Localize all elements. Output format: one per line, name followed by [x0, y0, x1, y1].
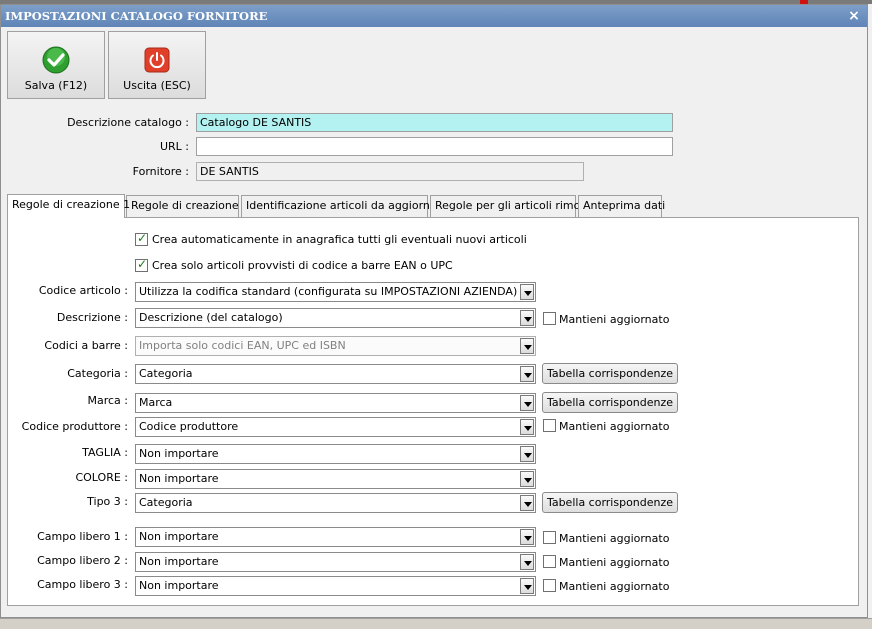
fornitore-field: DE SANTIS — [196, 162, 584, 181]
descrizione-catalogo-label: Descrizione catalogo : — [67, 116, 189, 129]
crea-solo-label: Crea solo articoli provvisti di codice a… — [152, 259, 453, 272]
url-label: URL : — [159, 140, 189, 153]
codice-articolo-select[interactable]: Utilizza la codifica standard (configura… — [135, 282, 536, 302]
tab-regole-articoli-rimossi[interactable]: Regole per gli articoli rimossi — [430, 195, 595, 217]
save-button[interactable]: Salva (F12) — [7, 31, 105, 99]
campo-libero-2-select[interactable]: Non importare — [135, 552, 536, 572]
codice-produttore-label: Codice produttore : — [21, 420, 128, 433]
codice-produttore-keep-checkbox[interactable] — [543, 419, 556, 432]
dropdown-arrow-icon[interactable] — [520, 554, 534, 570]
dropdown-arrow-icon[interactable] — [520, 419, 534, 435]
campo-libero-1-label: Campo libero 1 : — [37, 530, 128, 543]
dropdown-arrow-icon[interactable] — [520, 471, 534, 487]
url-input[interactable] — [196, 137, 673, 156]
taglia-value: Non importare — [139, 447, 219, 460]
campo-libero-1-select[interactable]: Non importare — [135, 527, 536, 547]
dropdown-arrow-icon — [520, 338, 534, 354]
exit-button[interactable]: Uscita (ESC) — [108, 31, 206, 99]
codici-barre-value: Importa solo codici EAN, UPC ed ISBN — [139, 339, 346, 352]
check-icon — [42, 46, 70, 74]
checkmark-icon: ✓ — [137, 231, 148, 245]
codice-articolo-value: Utilizza la codifica standard (configura… — [139, 285, 518, 298]
descrizione-select[interactable]: Descrizione (del catalogo) — [135, 308, 536, 328]
codice-produttore-value: Codice produttore — [139, 420, 239, 433]
exit-label: Uscita (ESC) — [123, 79, 191, 92]
tipo3-tabella-button[interactable]: Tabella corrispondenze — [542, 492, 678, 513]
campo-libero-3-value: Non importare — [139, 579, 219, 592]
dropdown-arrow-icon[interactable] — [520, 310, 534, 326]
categoria-tabella-button[interactable]: Tabella corrispondenze — [542, 363, 678, 384]
categoria-label: Categoria : — [67, 367, 128, 380]
tipo3-value: Categoria — [139, 496, 193, 509]
codice-articolo-label: Codice articolo : — [38, 284, 128, 297]
campo-libero-1-keep-label: Mantieni aggiornato — [559, 532, 670, 545]
descrizione-keep-label: Mantieni aggiornato — [559, 313, 670, 326]
power-icon — [144, 47, 170, 73]
campo-libero-3-keep-label: Mantieni aggiornato — [559, 580, 670, 593]
campo-libero-2-value: Non importare — [139, 555, 219, 568]
crea-auto-label: Crea automaticamente in anagrafica tutti… — [152, 233, 527, 246]
dropdown-arrow-icon[interactable] — [520, 578, 534, 594]
descrizione-catalogo-input[interactable]: Catalogo DE SANTIS — [196, 113, 673, 132]
colore-value: Non importare — [139, 472, 219, 485]
checkmark-icon: ✓ — [137, 257, 148, 271]
codice-produttore-keep-label: Mantieni aggiornato — [559, 420, 670, 433]
categoria-select[interactable]: Categoria — [135, 364, 536, 384]
marca-value: Marca — [139, 396, 173, 409]
marca-tabella-button[interactable]: Tabella corrispondenze — [542, 392, 678, 413]
campo-libero-1-value: Non importare — [139, 530, 219, 543]
descrizione-label: Descrizione : — [56, 311, 128, 324]
tab-identificazione-articoli[interactable]: Identificazione articoli da aggiornare — [241, 195, 448, 217]
tipo3-label: Tipo 3 : — [87, 495, 128, 508]
campo-libero-2-keep-checkbox[interactable] — [543, 555, 556, 568]
title-bar[interactable]: IMPOSTAZIONI CATALOGO FORNITORE × — [1, 5, 867, 27]
crea-solo-checkbox[interactable]: ✓ — [135, 257, 148, 272]
codici-barre-label: Codici a barre : — [44, 339, 128, 352]
tab-anteprima-dati[interactable]: Anteprima dati — [578, 195, 665, 217]
campo-libero-1-keep-checkbox[interactable] — [543, 531, 556, 544]
window-bottom-edge — [0, 618, 872, 629]
categoria-value: Categoria — [139, 367, 193, 380]
colore-label: COLORE : — [75, 471, 128, 484]
dropdown-arrow-icon[interactable] — [520, 284, 534, 300]
dialog-window: IMPOSTAZIONI CATALOGO FORNITORE × Salva … — [0, 4, 868, 618]
codice-produttore-select[interactable]: Codice produttore — [135, 417, 536, 437]
tipo3-select[interactable]: Categoria — [135, 493, 536, 513]
close-icon[interactable]: × — [847, 5, 861, 27]
fornitore-label: Fornitore : — [132, 165, 189, 178]
tab-panel-regole-1: ✓ Crea automaticamente in anagrafica tut… — [7, 217, 859, 606]
descrizione-keep-checkbox[interactable] — [543, 312, 556, 325]
colore-select[interactable]: Non importare — [135, 469, 536, 489]
dropdown-arrow-icon[interactable] — [520, 495, 534, 511]
campo-libero-2-keep-label: Mantieni aggiornato — [559, 556, 670, 569]
taglia-label: TAGLIA : — [82, 446, 128, 459]
campo-libero-3-label: Campo libero 3 : — [37, 578, 128, 591]
window-title: IMPOSTAZIONI CATALOGO FORNITORE — [5, 9, 268, 23]
dropdown-arrow-icon[interactable] — [520, 529, 534, 545]
taglia-select[interactable]: Non importare — [135, 444, 536, 464]
dropdown-arrow-icon[interactable] — [520, 395, 534, 411]
tab-regole-creazione-1[interactable]: Regole di creazione 1 — [7, 194, 130, 218]
tab-regole-creazione-2[interactable]: Regole di creazione 2 — [126, 195, 249, 217]
dropdown-arrow-icon[interactable] — [520, 446, 534, 462]
marca-label: Marca : — [87, 394, 128, 407]
marca-select[interactable]: Marca — [135, 393, 536, 413]
campo-libero-3-select[interactable]: Non importare — [135, 576, 536, 596]
save-label: Salva (F12) — [24, 79, 88, 92]
codici-barre-select: Importa solo codici EAN, UPC ed ISBN — [135, 336, 536, 356]
campo-libero-3-keep-checkbox[interactable] — [543, 579, 556, 592]
crea-auto-checkbox[interactable]: ✓ — [135, 231, 148, 246]
dropdown-arrow-icon[interactable] — [520, 366, 534, 382]
descrizione-value: Descrizione (del catalogo) — [139, 311, 283, 324]
campo-libero-2-label: Campo libero 2 : — [37, 554, 128, 567]
